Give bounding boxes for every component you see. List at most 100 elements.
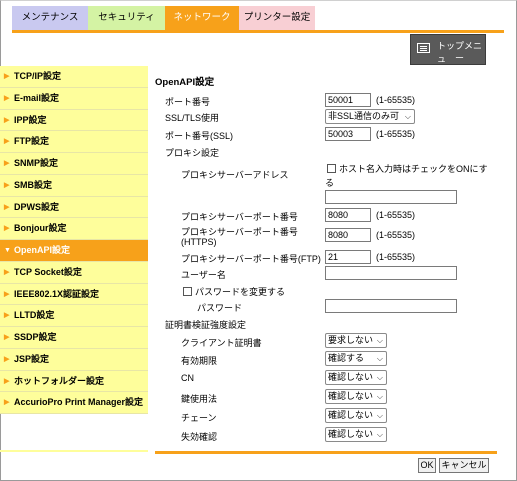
tab-maintenance[interactable]: メンテナンス bbox=[12, 6, 88, 30]
port-range: (1-65535) bbox=[376, 95, 416, 105]
ssl-port-range: (1-65535) bbox=[376, 129, 416, 139]
arrow-right-icon: ▶ bbox=[4, 94, 10, 102]
cancel-button[interactable]: キャンセル bbox=[439, 458, 489, 473]
tab-network[interactable]: ネットワーク bbox=[165, 6, 239, 30]
arrow-right-icon: ▶ bbox=[4, 334, 10, 341]
validity-value: 確認する bbox=[328, 353, 365, 363]
sidebar-item[interactable]: ▶ SNMP設定 bbox=[0, 153, 148, 175]
sidebar-item[interactable]: ▶ ホットフォルダー設定 bbox=[0, 370, 148, 393]
password-input[interactable] bbox=[325, 299, 457, 313]
hostname-check-row: ホスト名入力時はチェックをONにす bbox=[327, 162, 488, 175]
revocation-value: 確認しない bbox=[328, 429, 374, 439]
sidebar-item-label: OpenAPI設定 bbox=[14, 245, 71, 255]
arrow-right-icon: ▶ bbox=[4, 116, 10, 124]
arrow-right-icon: ▶ bbox=[4, 268, 10, 276]
proxy-address-label: プロキシサーバーアドレス bbox=[181, 170, 289, 180]
sidebar-item[interactable]: ▶ LLTD設定 bbox=[0, 305, 148, 327]
arrow-right-icon: ▶ bbox=[4, 355, 10, 363]
sidebar-item-label: IEEE802.1X認証設定 bbox=[14, 288, 100, 299]
arrow-right-icon: ▶ bbox=[4, 203, 10, 211]
proxy-ftp-input[interactable]: 21 bbox=[325, 250, 371, 264]
sidebar-footer bbox=[0, 450, 148, 452]
tab-printer-settings[interactable]: プリンター設定 bbox=[239, 6, 315, 30]
hostname-check-label-cont: る bbox=[325, 178, 335, 188]
sidebar-item-label: SMB設定 bbox=[14, 179, 52, 190]
ssl-port-input[interactable]: 50003 bbox=[325, 127, 371, 141]
sidebar-item[interactable]: ▶ SSDP設定 bbox=[0, 327, 148, 349]
username-label: ユーザー名 bbox=[181, 270, 226, 280]
arrow-right-icon: ▶ bbox=[4, 290, 10, 298]
arrow-right-icon: ▶ bbox=[4, 225, 10, 233]
cert-section-title: 証明書検証強度設定 bbox=[165, 320, 247, 330]
proxy-https-input[interactable]: 8080 bbox=[325, 228, 371, 242]
validity-label: 有効期限 bbox=[181, 356, 218, 366]
sidebar-item[interactable]: ▶ IPP設定 bbox=[0, 109, 148, 132]
sidebar-item[interactable]: ▶ JSP設定 bbox=[0, 348, 148, 371]
ssl-select-value: 非SSL通信のみ可 bbox=[328, 111, 400, 121]
main-tabs: メンテナンス セキュリティ ネットワーク プリンター設定 bbox=[12, 6, 315, 30]
proxy-ftp-range: (1-65535) bbox=[376, 252, 416, 262]
sidebar-item[interactable]: ▶ Bonjour設定 bbox=[0, 218, 148, 240]
sidebar-item-label: SSDP設定 bbox=[14, 332, 57, 342]
sidebar-item-label: TCP Socket設定 bbox=[14, 266, 82, 277]
cn-label: CN bbox=[181, 373, 194, 383]
arrow-right-icon: ▶ bbox=[4, 312, 10, 320]
client-cert-label: クライアント証明書 bbox=[181, 338, 262, 348]
key-usage-value: 確認しない bbox=[328, 391, 374, 401]
ssl-port-label: ポート番号(SSL) bbox=[165, 131, 234, 141]
chain-select[interactable]: 確認しない ⌵ bbox=[325, 408, 387, 423]
arrow-right-icon: ▶ bbox=[4, 160, 10, 167]
client-cert-select[interactable]: 要求しない ⌵ bbox=[325, 333, 387, 348]
sidebar-item[interactable]: ▶ DPWS設定 bbox=[0, 196, 148, 219]
sidebar-item[interactable]: ▶ TCP/IP設定 bbox=[0, 66, 148, 88]
sidebar-item[interactable]: ▶ FTP設定 bbox=[0, 131, 148, 153]
sidebar-item[interactable]: ▼ OpenAPI設定 bbox=[0, 240, 148, 262]
arrow-right-icon: ▶ bbox=[4, 73, 10, 80]
chevron-down-icon: ⌵ bbox=[376, 373, 383, 382]
proxy-https-label-cont: (HTTPS) bbox=[181, 237, 217, 247]
sidebar-item[interactable]: ▶ AccurioPro Print Manager設定 bbox=[0, 392, 148, 414]
change-password-checkbox[interactable] bbox=[183, 287, 192, 296]
ssl-select[interactable]: 非SSL通信のみ可 ⌵ bbox=[325, 109, 415, 124]
chain-value: 確認しない bbox=[328, 410, 374, 420]
ok-button[interactable]: OK bbox=[418, 458, 436, 473]
cn-select[interactable]: 確認しない ⌵ bbox=[325, 370, 387, 385]
change-password-row: パスワードを変更する bbox=[183, 285, 285, 298]
proxy-section-title: プロキシ設定 bbox=[165, 148, 220, 158]
sidebar-item-label: AccurioPro Print Manager設定 bbox=[14, 397, 144, 408]
client-cert-value: 要求しない bbox=[328, 335, 374, 345]
hostname-check-label: ホスト名入力時はチェックをONにす bbox=[339, 164, 488, 174]
sidebar-item-label: ホットフォルダー設定 bbox=[14, 375, 105, 386]
hostname-checkbox[interactable] bbox=[327, 164, 336, 173]
validity-select[interactable]: 確認する ⌵ bbox=[325, 351, 387, 366]
key-usage-label: 鍵使用法 bbox=[181, 394, 218, 404]
sidebar-item-label: IPP設定 bbox=[14, 114, 47, 125]
top-menu-button[interactable]: トップメニュ ー bbox=[410, 34, 486, 65]
chain-label: チェーン bbox=[181, 413, 217, 423]
page-title: OpenAPI設定 bbox=[155, 77, 215, 88]
sidebar-item-label: E-mail設定 bbox=[14, 92, 60, 103]
revocation-select[interactable]: 確認しない ⌵ bbox=[325, 427, 387, 442]
chevron-down-icon: ⌵ bbox=[376, 336, 383, 345]
key-usage-select[interactable]: 確認しない ⌵ bbox=[325, 389, 387, 404]
proxy-port-label: プロキシサーバーポート番号 bbox=[181, 212, 298, 222]
tab-security[interactable]: セキュリティ bbox=[88, 6, 165, 30]
proxy-port-input[interactable]: 8080 bbox=[325, 208, 371, 222]
chevron-down-icon: ⌵ bbox=[404, 112, 411, 121]
expanded-arrow-icon: ▼ bbox=[4, 247, 11, 254]
sidebar-item-label: FTP設定 bbox=[14, 136, 49, 147]
sidebar-item[interactable]: ▶ TCP Socket設定 bbox=[0, 261, 148, 284]
arrow-right-icon: ▶ bbox=[4, 138, 10, 146]
sidebar-item-label: DPWS設定 bbox=[14, 201, 60, 212]
proxy-address-input[interactable] bbox=[325, 190, 457, 204]
ssl-label: SSL/TLS使用 bbox=[165, 113, 220, 123]
top-menu-label-cont: ー bbox=[455, 53, 465, 63]
port-input[interactable]: 50001 bbox=[325, 93, 371, 107]
username-input[interactable] bbox=[325, 266, 457, 280]
sidebar-item[interactable]: ▶ IEEE802.1X認証設定 bbox=[0, 283, 148, 306]
revocation-label: 失効確認 bbox=[181, 432, 218, 442]
sidebar-item[interactable]: ▶ E-mail設定 bbox=[0, 87, 148, 110]
arrow-right-icon: ▶ bbox=[4, 399, 10, 407]
password-label: パスワード bbox=[197, 303, 243, 313]
sidebar-item[interactable]: ▶ SMB設定 bbox=[0, 174, 148, 197]
